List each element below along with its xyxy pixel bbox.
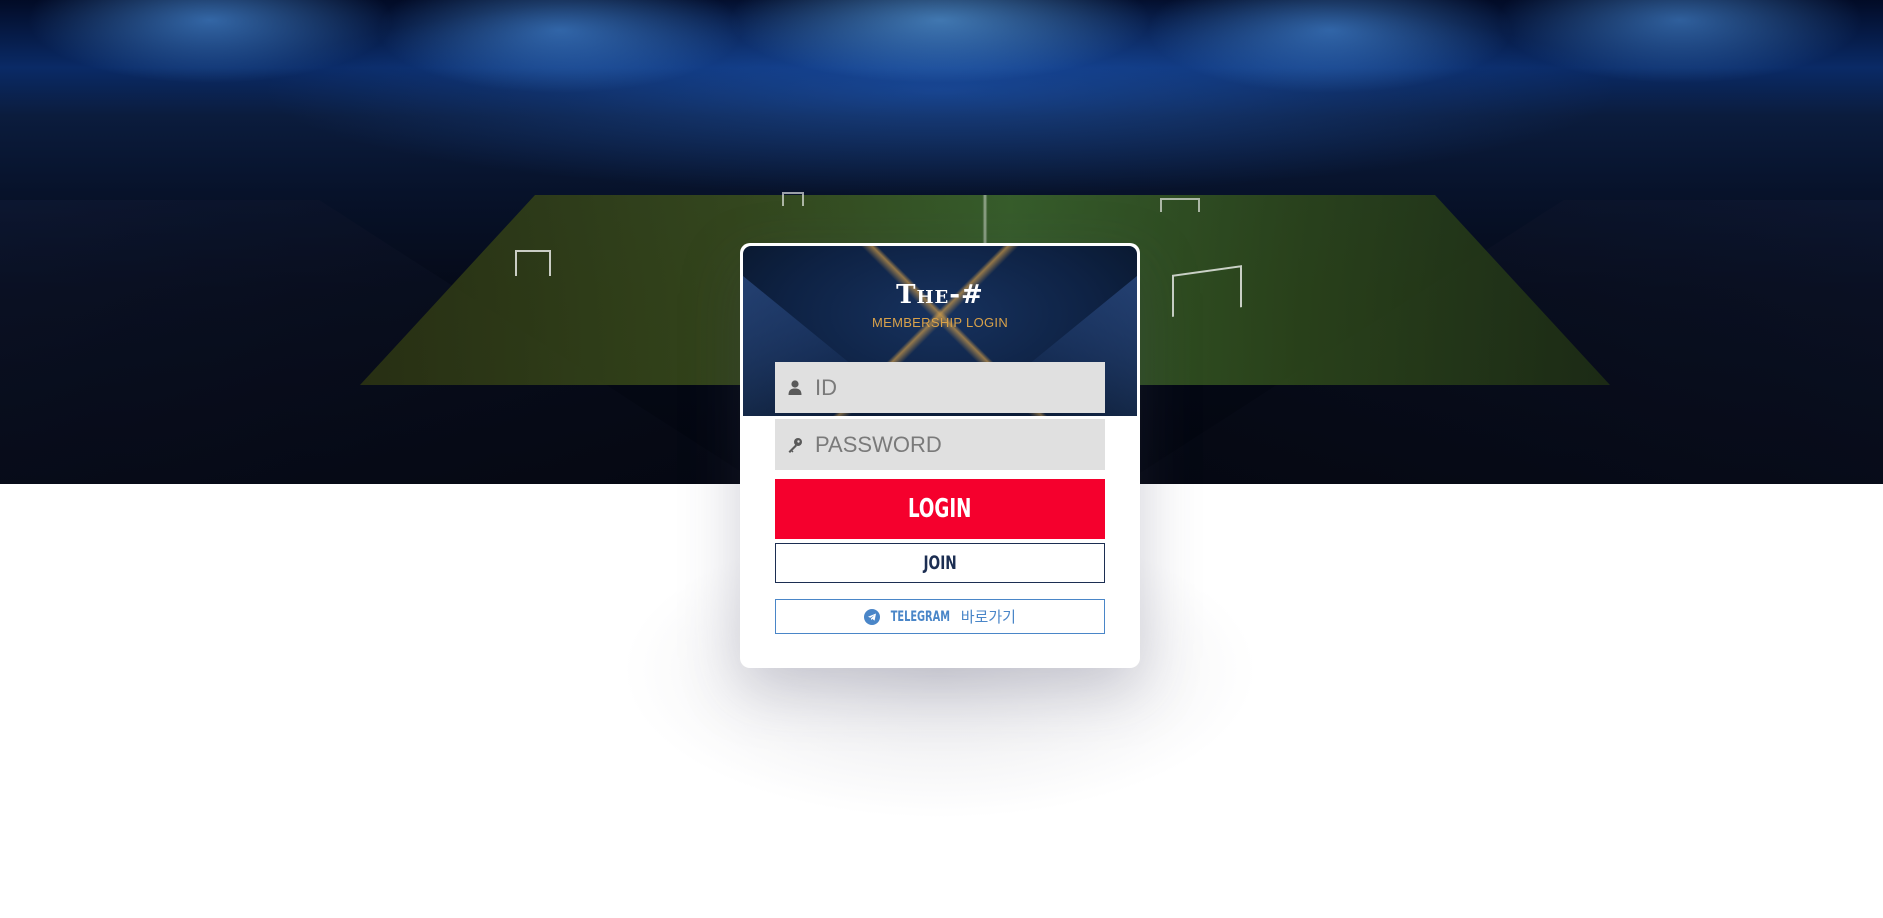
- telegram-icon: [864, 608, 881, 625]
- login-button[interactable]: LOGIN: [775, 479, 1105, 539]
- goal-far-right: [1160, 198, 1200, 212]
- password-input[interactable]: [815, 419, 1105, 470]
- telegram-brand-label: TELEGRAM: [890, 608, 951, 625]
- key-icon: [775, 419, 815, 470]
- id-field[interactable]: [775, 362, 1105, 413]
- brand-logo: The-#: [896, 280, 984, 310]
- telegram-button[interactable]: TELEGRAM 바로가기: [775, 599, 1105, 634]
- join-button[interactable]: JOIN: [775, 543, 1105, 583]
- login-button-label: LOGIN: [908, 494, 972, 524]
- goal-far-left: [782, 192, 804, 206]
- telegram-button-label: 바로가기: [960, 608, 1016, 626]
- user-icon: [775, 362, 815, 413]
- join-button-label: JOIN: [923, 552, 957, 574]
- goal-left: [515, 250, 551, 276]
- brand-subtitle: MEMBERSHIP LOGIN: [871, 315, 1009, 330]
- login-card: The-# MEMBERSHIP LOGIN LOGIN JOIN: [740, 243, 1140, 668]
- password-field[interactable]: [775, 419, 1105, 470]
- id-input[interactable]: [815, 362, 1105, 413]
